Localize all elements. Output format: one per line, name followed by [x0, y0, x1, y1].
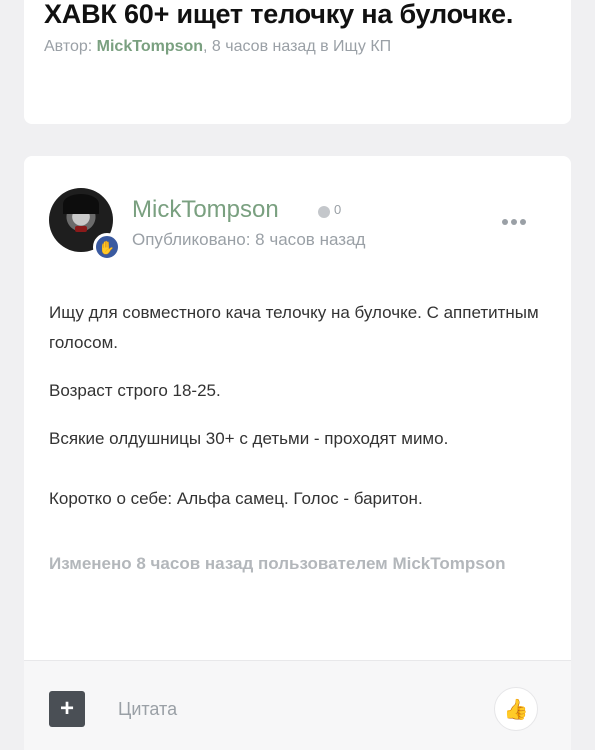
- post-card: ✋ MickTompson 0 Опубликовано: 8 часов на…: [24, 156, 571, 750]
- post-paragraph: Коротко о себе: Альфа самец. Голос - бар…: [49, 489, 423, 508]
- post-paragraph: Всякие олдушницы 30+ с детьми - проходят…: [49, 429, 449, 448]
- hand-icon: ✋: [93, 233, 121, 261]
- quote-button[interactable]: Цитата: [118, 699, 177, 720]
- post-author-name[interactable]: MickTompson: [132, 196, 279, 224]
- topic-header: ХАВК 60+ ищет телочку на булочке. Автор:…: [24, 0, 571, 124]
- topic-meta: Автор: MickTompson, 8 часов назад в Ищу …: [44, 38, 551, 56]
- avatar-wrap[interactable]: ✋: [49, 188, 121, 261]
- topic-author-link[interactable]: MickTompson: [97, 38, 203, 55]
- post-paragraph: Возраст строго 18-25.: [49, 381, 221, 400]
- post-date: Опубликовано: 8 часов назад: [132, 230, 366, 249]
- reputation-icon: [318, 206, 330, 218]
- edited-note: Изменено 8 часов назад пользователем Mic…: [49, 554, 506, 573]
- post-footer: + Цитата 👍: [24, 660, 571, 750]
- multiquote-button[interactable]: +: [49, 691, 85, 727]
- reputation-count: 0: [334, 202, 342, 217]
- more-options-icon[interactable]: [502, 219, 526, 225]
- meta-prefix: Автор:: [44, 38, 97, 55]
- post-paragraph: Ищу для совместного кача телочку на було…: [49, 303, 539, 352]
- topic-title: ХАВК 60+ ищет телочку на булочке.: [44, 0, 514, 29]
- post-body: Ищу для совместного кача телочку на було…: [49, 298, 549, 532]
- meta-suffix: , 8 часов назад в Ищу КП: [203, 38, 392, 55]
- thumbs-up-icon[interactable]: 👍: [494, 687, 538, 731]
